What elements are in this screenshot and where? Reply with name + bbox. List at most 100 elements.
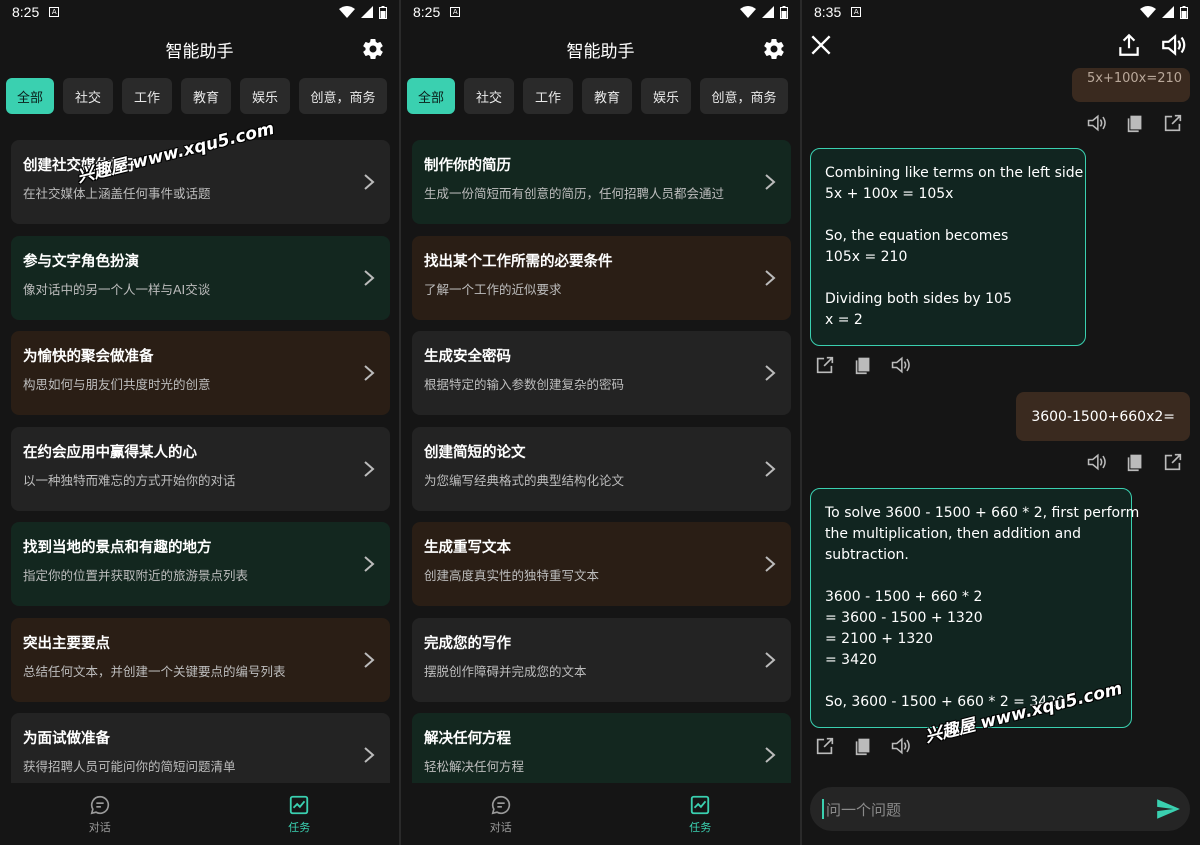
message-line: the multiplication, then addition and [825,526,1082,542]
task-card-subtitle: 了解一个工作的近似要求 [424,281,562,297]
open-external-icon[interactable] [1162,451,1184,473]
user-message-partial: 5x+100x=210 [1072,68,1190,102]
wifi-icon [740,6,756,18]
task-card-subtitle: 生成一份简短而有创意的简历，任何招聘人员都会通过 [424,186,725,201]
chip-work[interactable]: 工作 [122,78,172,114]
nav-tasks-label: 任务 [288,820,311,834]
task-card-title: 突出主要要点 [23,635,110,652]
chevron-right-icon [364,365,375,381]
speaker-icon[interactable] [1086,451,1108,473]
user-message-text: 5x+100x=210 [1087,71,1183,86]
status-time: 8:25 [413,4,441,20]
message-line: = 3420 [825,652,877,668]
chat-screen: 8:35 A 5x+100x=210 Combining like terms … [802,0,1200,845]
task-card-title: 生成安全密码 [424,349,511,365]
category-chips: 全部 社交 工作 教育 娱乐 创意，商务 [401,74,800,114]
task-card-subtitle: 根据特定的输入参数创建复杂的密码 [424,377,625,392]
nav-chat[interactable]: 对话 [401,783,601,845]
copy-icon[interactable] [1124,112,1146,134]
task-card-subtitle: 创建高度真实性的独特重写文本 [424,568,600,583]
signal-icon [1162,6,1174,18]
copy-icon[interactable] [1124,451,1146,473]
chip-education[interactable]: 教育 [582,78,632,114]
nav-tasks[interactable]: 任务 [601,783,801,845]
task-card-title: 创建简短的论文 [424,444,526,461]
gear-icon[interactable] [762,37,786,61]
task-card-title: 为愉快的聚会做准备 [23,349,154,365]
message-input[interactable]: 问一个问题 [810,787,1190,831]
nav-chat-label: 对话 [489,820,512,834]
signal-icon [762,6,774,18]
notification-icon: A [49,7,60,17]
speaker-icon[interactable] [1160,32,1188,58]
copy-icon[interactable] [852,735,874,757]
message-actions [814,354,912,376]
task-card-subtitle: 摆脱创作障碍并完成您的文本 [424,663,587,679]
task-card-subtitle: 获得招聘人员可能问你的简短问题清单 [23,759,236,774]
chevron-right-icon [765,747,776,763]
open-external-icon[interactable] [814,354,836,376]
chat-bubble-icon [491,795,510,814]
speaker-icon[interactable] [1086,112,1108,134]
page-title: 智能助手 [566,41,635,62]
chevron-right-icon [364,556,375,572]
chip-social[interactable]: 社交 [63,78,113,114]
task-card-subtitle: 轻松解决任何方程 [424,759,525,774]
close-icon[interactable] [808,32,834,58]
speaker-icon[interactable] [890,735,912,757]
user-message: 3600-1500+660x2= [1016,392,1190,441]
task-card[interactable]: 生成重写文本 创建高度真实性的独特重写文本 [412,522,791,606]
task-card[interactable]: 参与文字角色扮演 像对话中的另一个人一样与AI交谈 [11,235,390,320]
notification-icon: A [851,7,862,17]
task-card[interactable]: 创建简短的论文 为您编写经典格式的典型结构化论文 [412,426,791,511]
task-card-title: 在约会应用中赢得某人的心 [23,444,197,461]
open-external-icon[interactable] [814,735,836,757]
open-external-icon[interactable] [1162,112,1184,134]
task-card[interactable]: 在约会应用中赢得某人的心以一种独特而难忘的方式开始你的对话 [11,426,390,511]
assistant-message: Combining like terms on the left side 5x … [810,148,1086,346]
status-bar: 8:25 A [401,0,800,24]
task-card-subtitle: 以一种独特而难忘的方式开始你的对话 [23,472,236,488]
task-card[interactable]: 为愉快的聚会做准备 构思如何与朋友们共度时光的创意 [11,331,390,415]
task-card[interactable]: 找到当地的景点和有趣的地方 指定你的位置并获取附近的旅游景点列表 [11,522,390,606]
text-cursor [822,799,824,819]
chevron-right-icon [765,174,776,190]
chip-entertainment[interactable]: 娱乐 [641,78,691,114]
task-list: 制作你的简历 生成一份简短而有创意的简历，任何招聘人员都会通过 找出某个工作所需的必… [412,140,791,809]
message-line: Dividing both sides by 105 [825,291,1012,307]
message-line: Combining like terms on the left side [825,165,1084,181]
notification-icon: A [450,7,461,17]
tasks-screen-middle: 8:25 A 智能助手 全部 社交 工作 教育 娱乐 创意，商务 制作你的简历生… [401,0,800,845]
message-actions [1086,112,1184,134]
speaker-icon[interactable] [890,354,912,376]
task-card[interactable]: 制作你的简历 生成一份简短而有创意的简历，任何招聘人员都会通过 [412,140,791,224]
send-icon[interactable] [1154,796,1182,822]
task-card[interactable]: 完成您的写作 摆脱创作障碍并完成您的文本 [412,617,791,702]
bottom-nav: 对话 任务 [0,783,399,845]
message-line: 105x = 210 [825,249,908,265]
chip-all[interactable]: 全部 [6,78,54,114]
chip-entertainment[interactable]: 娱乐 [240,78,290,114]
nav-tasks-label: 任务 [689,820,712,834]
chip-social[interactable]: 社交 [464,78,514,114]
signal-icon [361,6,373,18]
task-card[interactable]: 突出主要要点 总结任何文本，并创建一个关键要点的编号列表 [11,617,390,702]
battery-icon [379,5,387,19]
message-actions [814,735,912,757]
message-line: So, the equation becomes [825,228,1009,244]
nav-tasks[interactable]: 任务 [200,783,400,845]
chip-work[interactable]: 工作 [523,78,573,114]
wifi-icon [339,6,355,18]
share-icon[interactable] [1116,32,1142,58]
chip-creative-business[interactable]: 创意，商务 [700,78,788,114]
chip-education[interactable]: 教育 [181,78,231,114]
task-card[interactable]: 生成安全密码根据特定的输入参数创建复杂的密码 [412,331,791,415]
gear-icon[interactable] [361,37,385,61]
chip-all[interactable]: 全部 [407,78,455,114]
task-card[interactable]: 找出某个工作所需的必要条件 了解一个工作的近似要求 [412,235,791,320]
task-card-subtitle: 像对话中的另一个人一样与AI交谈 [23,281,211,297]
message-line [825,566,1117,587]
nav-chat[interactable]: 对话 [0,783,200,845]
chip-creative-business[interactable]: 创意，商务 [299,78,387,114]
copy-icon[interactable] [852,354,874,376]
